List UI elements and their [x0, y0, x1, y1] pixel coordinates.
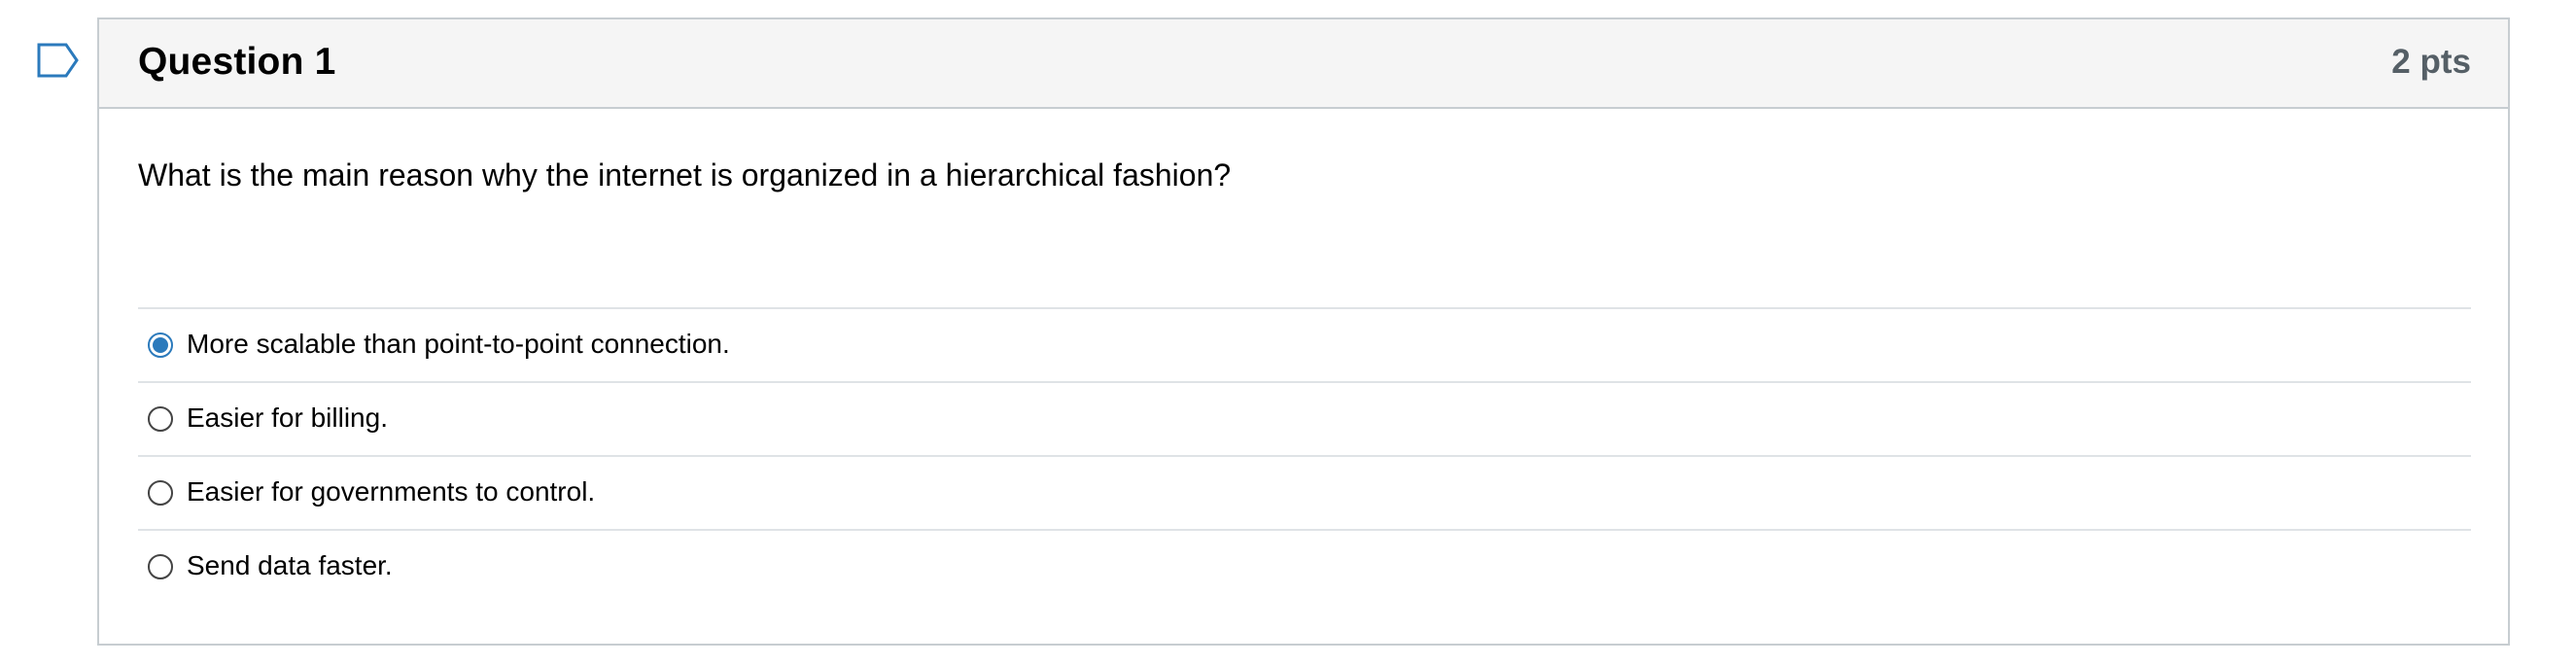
- radio-button[interactable]: [148, 406, 173, 432]
- answer-label: Easier for billing.: [187, 402, 388, 433]
- question-header: Question 1 2 pts: [99, 19, 2508, 109]
- radio-button[interactable]: [148, 480, 173, 506]
- radio-button-selected[interactable]: [148, 332, 173, 358]
- answer-label: Send data faster.: [187, 550, 393, 580]
- question-points: 2 pts: [2391, 43, 2471, 81]
- flag-question-icon[interactable]: [37, 43, 80, 78]
- question-title: Question 1: [138, 41, 336, 83]
- answer-label: More scalable than point-to-point connec…: [187, 329, 730, 359]
- answer-option-2[interactable]: Easier for billing.: [138, 381, 2471, 455]
- answer-option-4[interactable]: Send data faster.: [138, 529, 2471, 603]
- answer-label: Easier for governments to control.: [187, 476, 596, 507]
- answer-list: More scalable than point-to-point connec…: [138, 307, 2471, 603]
- radio-button[interactable]: [148, 554, 173, 579]
- quiz-page: Question 1 2 pts What is the main reason…: [0, 0, 2576, 665]
- question-card: Question 1 2 pts What is the main reason…: [97, 18, 2510, 646]
- question-text: What is the main reason why the internet…: [138, 158, 1232, 192]
- answer-option-1[interactable]: More scalable than point-to-point connec…: [138, 307, 2471, 381]
- answer-option-3[interactable]: Easier for governments to control.: [138, 455, 2471, 529]
